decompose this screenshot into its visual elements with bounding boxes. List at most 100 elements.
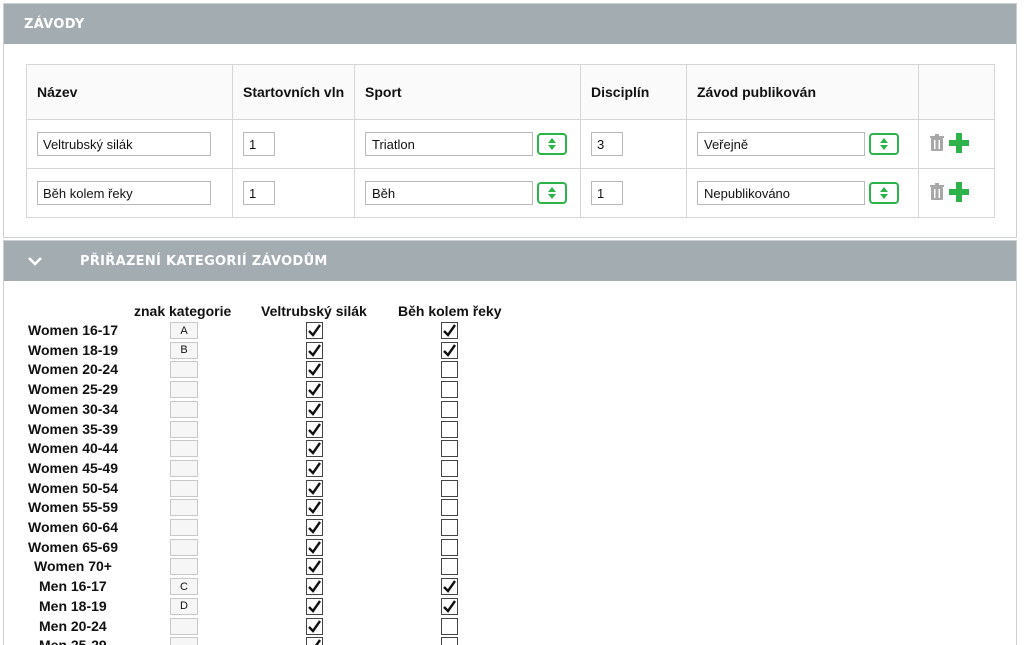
category-code-field[interactable] xyxy=(170,637,198,645)
checkmark-icon xyxy=(308,521,321,534)
published-select[interactable]: Nepublikováno xyxy=(697,181,865,205)
category-code-field[interactable]: B xyxy=(170,341,198,359)
checkbox-race2[interactable] xyxy=(441,597,458,615)
checkbox-race1[interactable] xyxy=(306,479,323,497)
checkmark-icon xyxy=(308,619,321,633)
races-panel-header: ZÁVODY xyxy=(4,4,1016,44)
checkbox-race2[interactable] xyxy=(441,341,458,359)
trash-icon[interactable] xyxy=(929,133,945,155)
checkbox-race2[interactable] xyxy=(441,322,458,339)
checkmark-icon xyxy=(308,540,321,554)
category-assignment-header[interactable]: PŘIŘAZENÍ KATEGORIÍ ZÁVODŮM xyxy=(4,241,1016,281)
checkbox-race2[interactable] xyxy=(441,479,458,497)
category-label: Women 50-54 xyxy=(28,479,118,496)
updown-arrows-icon[interactable] xyxy=(537,182,567,204)
checkbox-race2[interactable] xyxy=(441,420,458,438)
category-code-field[interactable] xyxy=(170,499,198,517)
checkbox-race1[interactable] xyxy=(306,637,323,645)
checkmark-icon xyxy=(308,422,321,436)
sport-select[interactable]: Triatlon xyxy=(365,132,533,156)
category-code-field[interactable]: A xyxy=(170,322,198,339)
checkbox-race1[interactable] xyxy=(306,558,323,576)
trash-icon[interactable] xyxy=(929,182,945,204)
col-header-name: Název xyxy=(26,64,233,120)
category-label: Women 18-19 xyxy=(28,341,118,358)
sport-select[interactable]: Běh xyxy=(365,181,533,205)
category-code-field[interactable] xyxy=(170,617,198,635)
checkbox-race1[interactable] xyxy=(306,381,323,399)
race-name-input[interactable] xyxy=(37,181,211,205)
checkbox-race2[interactable] xyxy=(441,578,458,596)
col-header-category-code: znak kategorie xyxy=(134,303,232,319)
race-disciplines-input[interactable] xyxy=(591,181,623,205)
checkmark-icon xyxy=(443,600,456,613)
category-code-field[interactable] xyxy=(170,440,198,458)
category-code-field[interactable] xyxy=(170,459,198,477)
checkbox-race2[interactable] xyxy=(441,499,458,517)
category-label: Men 18-19 xyxy=(39,597,107,614)
checkbox-race1[interactable] xyxy=(306,322,323,339)
races-panel: ZÁVODY Název Startovních vln Sport Disci… xyxy=(3,3,1017,238)
checkbox-race2[interactable] xyxy=(441,617,458,635)
race-disciplines-input[interactable] xyxy=(591,132,623,156)
category-label: Women 25-29 xyxy=(28,381,118,398)
checkbox-race1[interactable] xyxy=(306,341,323,359)
category-code-field[interactable]: D xyxy=(170,597,198,615)
category-label: Men 20-24 xyxy=(39,617,107,634)
col-header-race2: Běh kolem řeky xyxy=(398,303,502,319)
checkmark-icon xyxy=(443,324,456,337)
published-select[interactable]: Veřejně xyxy=(697,132,865,156)
checkbox-race1[interactable] xyxy=(306,420,323,438)
category-label: Women 40-44 xyxy=(28,440,118,457)
table-row: Běh Nepublikováno xyxy=(26,168,995,218)
plus-icon[interactable] xyxy=(949,181,969,205)
category-label: Women 30-34 xyxy=(28,400,118,417)
category-label: Women 60-64 xyxy=(28,519,118,535)
checkbox-race1[interactable] xyxy=(306,459,323,477)
updown-arrows-icon[interactable] xyxy=(869,182,899,204)
category-label: Women 65-69 xyxy=(28,538,118,555)
updown-arrows-icon[interactable] xyxy=(869,133,899,155)
category-code-field[interactable] xyxy=(170,381,198,399)
plus-icon[interactable] xyxy=(949,132,969,156)
category-code-field[interactable] xyxy=(170,558,198,576)
col-header-published: Závod publikován xyxy=(686,64,919,120)
category-label: Women 55-59 xyxy=(28,499,118,516)
checkbox-race2[interactable] xyxy=(441,459,458,477)
checkbox-race2[interactable] xyxy=(441,400,458,418)
category-label: Men 16-17 xyxy=(39,578,107,595)
category-label: Women 35-39 xyxy=(28,420,118,437)
race-name-input[interactable] xyxy=(37,132,211,156)
checkbox-race1[interactable] xyxy=(306,499,323,517)
category-label: Women 45-49 xyxy=(28,459,118,476)
checkmark-icon xyxy=(308,580,321,593)
checkbox-race1[interactable] xyxy=(306,538,323,556)
checkbox-race2[interactable] xyxy=(441,519,458,536)
checkbox-race1[interactable] xyxy=(306,361,323,379)
category-code-field[interactable] xyxy=(170,361,198,379)
category-code-field[interactable] xyxy=(170,538,198,556)
category-code-field[interactable]: C xyxy=(170,578,198,596)
checkbox-race2[interactable] xyxy=(441,637,458,645)
chevron-down-icon[interactable] xyxy=(28,251,56,271)
race-waves-input[interactable] xyxy=(243,132,275,156)
checkbox-race2[interactable] xyxy=(441,558,458,576)
checkbox-race2[interactable] xyxy=(441,381,458,399)
category-code-field[interactable] xyxy=(170,519,198,536)
category-code-field[interactable] xyxy=(170,400,198,418)
category-code-field[interactable] xyxy=(170,420,198,438)
checkbox-race1[interactable] xyxy=(306,440,323,458)
category-code-field[interactable] xyxy=(170,479,198,497)
checkbox-race1[interactable] xyxy=(306,400,323,418)
checkbox-race1[interactable] xyxy=(306,519,323,536)
checkbox-race2[interactable] xyxy=(441,440,458,458)
checkbox-race2[interactable] xyxy=(441,361,458,379)
checkbox-race1[interactable] xyxy=(306,617,323,635)
category-label: Men 25-29 xyxy=(39,637,107,645)
checkbox-race2[interactable] xyxy=(441,538,458,556)
checkbox-race1[interactable] xyxy=(306,597,323,615)
race-waves-input[interactable] xyxy=(243,181,275,205)
updown-arrows-icon[interactable] xyxy=(537,133,567,155)
category-assignment-title: PŘIŘAZENÍ KATEGORIÍ ZÁVODŮM xyxy=(80,253,328,269)
checkbox-race1[interactable] xyxy=(306,578,323,596)
